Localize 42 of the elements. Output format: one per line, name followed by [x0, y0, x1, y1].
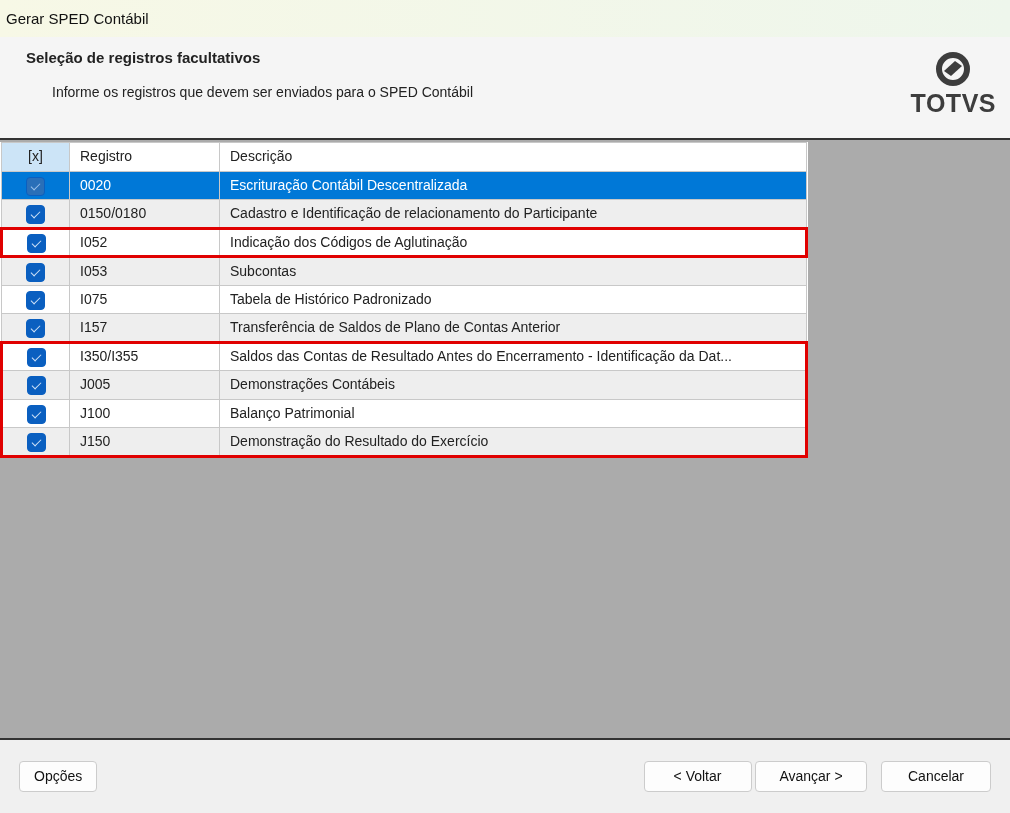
back-button[interactable]: < Voltar — [643, 761, 752, 792]
table-row[interactable]: I052 Indicação dos Códigos de Aglutinação — [1, 228, 807, 257]
table-cell: 0020 — [69, 171, 220, 200]
table-row[interactable]: I157 Transferência de Saldos de Plano de Contas Anterior — [1, 313, 807, 342]
column-header[interactable]: Descrição — [219, 142, 807, 171]
table-cell: J150 — [69, 427, 220, 456]
table-cell: Demonstração do Resultado do Exercício — [219, 427, 807, 456]
checkbox[interactable] — [26, 376, 46, 396]
checkbox[interactable] — [26, 348, 46, 368]
window-title: Gerar SPED Contábil — [0, 0, 1010, 37]
table-row[interactable]: J150 Demonstração do Resultado do Exercício — [1, 427, 807, 456]
table-cell: J005 — [69, 370, 220, 399]
options-button[interactable]: Opções — [19, 761, 98, 792]
table-cell: Tabela de Histórico Padronizado — [219, 285, 807, 314]
cancel-button[interactable]: Cancelar — [881, 761, 991, 792]
checkbox[interactable] — [26, 318, 45, 338]
table-row[interactable]: I053 Subcontas — [1, 256, 807, 285]
checkbox[interactable] — [26, 404, 46, 424]
table-cell: J100 — [69, 399, 220, 428]
checkbox[interactable] — [26, 233, 46, 253]
column-header[interactable]: [x] — [1, 142, 70, 171]
checkbox[interactable] — [26, 262, 45, 282]
checkbox[interactable] — [26, 204, 45, 224]
table-row[interactable]: 0150/0180 Cadastro e Identificação de relacionamento do Participante — [1, 199, 807, 228]
logo-icon — [935, 51, 972, 87]
page-heading: Seleção de registros facultativos — [26, 48, 262, 68]
table-row[interactable]: 0020 Escrituração Contábil Descentralizada — [1, 171, 807, 200]
table-cell: Escrituração Contábil Descentralizada — [219, 171, 807, 200]
checkbox[interactable] — [26, 176, 45, 196]
logo-text: TOTVS — [910, 91, 996, 116]
table-cell: Subcontas — [219, 256, 807, 285]
column-header[interactable]: Registro — [69, 142, 220, 171]
page-description: Informe os registros que devem ser enviados para o SPED Contábil — [51, 82, 473, 102]
table-cell: Demonstrações Contábeis — [219, 370, 807, 399]
table-row[interactable]: I075 Tabela de Histórico Padronizado — [1, 285, 807, 314]
table-cell: I053 — [69, 256, 220, 285]
checkbox[interactable] — [26, 290, 45, 310]
table-cell: I075 — [69, 285, 220, 314]
table-cell: Indicação dos Códigos de Aglutinação — [219, 228, 807, 257]
checkbox[interactable] — [26, 432, 46, 452]
table-row[interactable]: J005 Demonstrações Contábeis — [1, 370, 807, 399]
next-button[interactable]: Avançar > — [755, 761, 867, 792]
